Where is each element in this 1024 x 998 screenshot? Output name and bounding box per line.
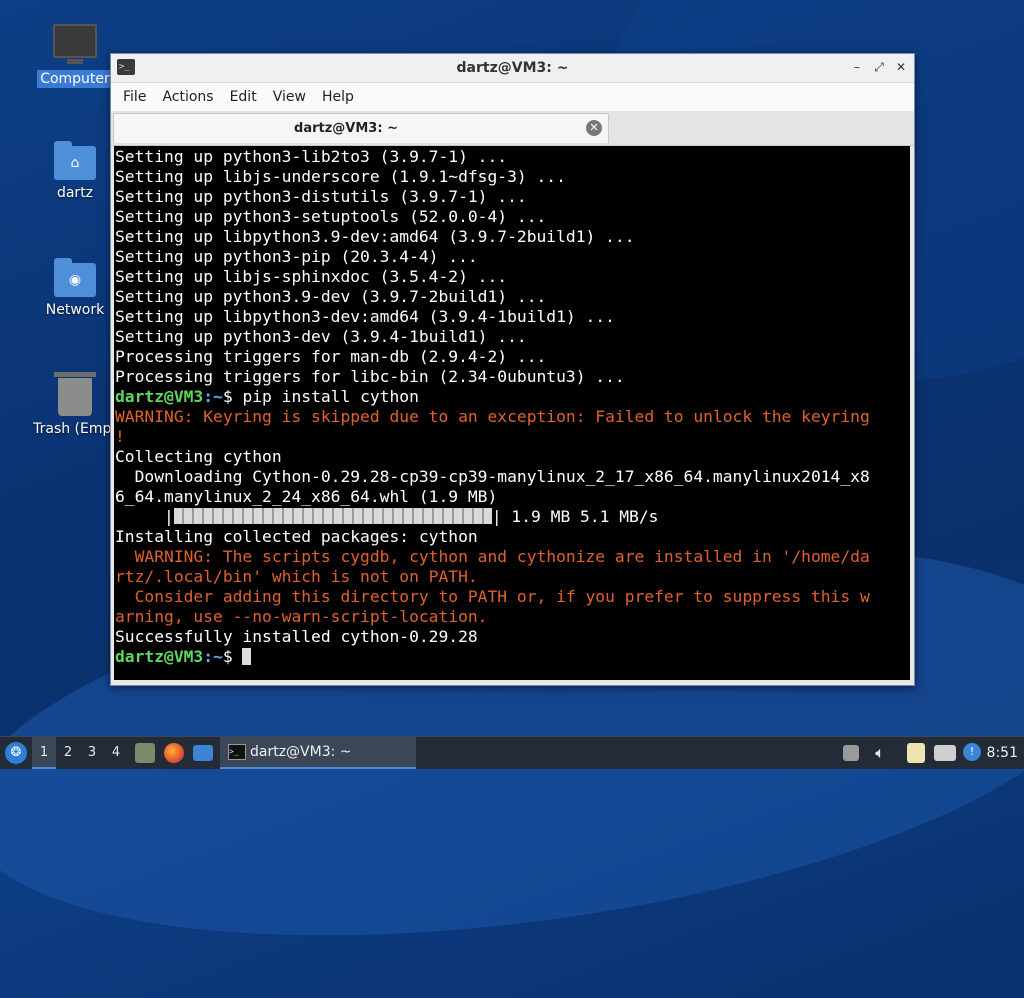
progress-line: | | 1.9 MB 5.1 MB/s: [115, 507, 910, 527]
tab-close-icon[interactable]: ✕: [586, 120, 602, 136]
warning-line: WARNING: The scripts cygdb, cython and c…: [115, 547, 870, 566]
prompt-path: :~: [203, 387, 223, 406]
window-title: dartz@VM3: ~: [456, 60, 569, 76]
menu-bar: File Actions Edit View Help: [111, 83, 914, 111]
output-line: Setting up python3-setuptools (52.0.0-4)…: [115, 207, 547, 226]
menu-actions[interactable]: Actions: [154, 89, 221, 105]
maximize-icon[interactable]: ⤢: [870, 58, 888, 76]
minimize-icon[interactable]: –: [848, 58, 866, 76]
home-folder-icon: ⌂: [54, 141, 96, 180]
tab-terminal[interactable]: dartz@VM3: ~ ✕: [113, 113, 609, 143]
warning-line: arning, use --no-warn-script-location.: [115, 607, 488, 626]
prompt-path: :~: [203, 647, 223, 666]
terminal-window[interactable]: >_ dartz@VM3: ~ – ⤢ ✕ File Actions Edit …: [110, 53, 915, 686]
updates-icon[interactable]: [843, 745, 859, 761]
output-line: Processing triggers for libc-bin (2.34-0…: [115, 367, 625, 386]
text-cursor: [242, 648, 252, 665]
desktop-icon-trash[interactable]: Trash (Empt: [30, 372, 120, 438]
output-line: Setting up libjs-sphinxdoc (3.5.4-2) ...: [115, 267, 508, 286]
network-icon[interactable]: [934, 745, 956, 761]
network-folder-icon: ◉: [54, 258, 96, 297]
desktop-icon-home[interactable]: ⌂ dartz: [30, 141, 120, 202]
prompt-user: dartz@VM3: [115, 647, 204, 666]
output-line: Setting up libpython3-dev:amd64 (3.9.4-1…: [115, 307, 615, 326]
menu-edit[interactable]: Edit: [222, 89, 265, 105]
prompt-symbol: $: [222, 387, 243, 406]
download-progress-bar: [173, 508, 492, 524]
start-menu-icon[interactable]: ❂: [5, 742, 27, 764]
trash-icon: [54, 372, 96, 416]
workspace-1[interactable]: 1: [32, 737, 56, 769]
task-button-terminal[interactable]: >_ dartz@VM3: ~: [220, 737, 416, 769]
terminal-task-icon: >_: [228, 744, 246, 760]
desktop-icon-label: Computer: [37, 70, 113, 88]
output-line: Setting up python3-lib2to3 (3.9.7-1) ...: [115, 147, 508, 166]
output-line: Downloading Cython-0.29.28-cp39-cp39-man…: [115, 467, 870, 486]
prompt-symbol: $: [222, 647, 243, 666]
prompt-line: dartz@VM3:~$: [115, 647, 910, 667]
prompt-user: dartz@VM3: [115, 387, 204, 406]
terminal-output[interactable]: Setting up python3-lib2to3 (3.9.7-1) ...…: [114, 146, 910, 680]
desktop-icon-network[interactable]: ◉ Network: [30, 258, 120, 319]
computer-icon: [53, 24, 97, 64]
warning-line: rtz/.local/bin' which is not on PATH.: [115, 567, 478, 586]
output-line: Collecting cython: [115, 447, 282, 466]
taskbar: ❂ 1 2 3 4 >_ dartz@VM3: ~ 🔈︎ ! 8:51: [0, 736, 1024, 769]
task-label: dartz@VM3: ~: [250, 744, 352, 760]
output-line: Processing triggers for man-db (2.9.4-2)…: [115, 347, 547, 366]
file-manager-icon[interactable]: [135, 743, 155, 763]
desktop-icon-label: Trash (Empt: [33, 421, 117, 437]
warning-line: !: [115, 427, 125, 446]
output-line: Setting up libjs-underscore (1.9.1~dfsg-…: [115, 167, 566, 186]
tab-label: dartz@VM3: ~: [294, 121, 398, 136]
notification-icon[interactable]: !: [963, 743, 981, 761]
clock[interactable]: 8:51: [987, 737, 1018, 769]
workspace-3[interactable]: 3: [80, 737, 104, 769]
progress-prefix: |: [115, 507, 174, 526]
terminal-lines: Setting up python3-lib2to3 (3.9.7-1) ...…: [115, 147, 910, 387]
desktop-icon-label: Network: [45, 302, 105, 318]
output-line: Successfully installed cython-0.29.28: [115, 627, 478, 646]
warning-line: Consider adding this directory to PATH o…: [115, 587, 870, 606]
command-text: pip install cython: [242, 387, 419, 406]
menu-file[interactable]: File: [115, 89, 154, 105]
output-line: 6_64.manylinux_2_24_x86_64.whl (1.9 MB): [115, 487, 498, 506]
volume-icon[interactable]: 🔈︎: [868, 737, 892, 769]
menu-view[interactable]: View: [265, 89, 314, 105]
show-desktop-icon[interactable]: [193, 745, 213, 761]
output-line: Installing collected packages: cython: [115, 527, 478, 546]
workspace-4[interactable]: 4: [104, 737, 128, 769]
workspace-2[interactable]: 2: [56, 737, 80, 769]
desktop-icon-computer[interactable]: Computer: [30, 24, 120, 88]
warning-line: WARNING: Keyring is skipped due to an ex…: [115, 407, 870, 426]
window-titlebar[interactable]: >_ dartz@VM3: ~ – ⤢ ✕: [111, 54, 914, 83]
progress-suffix: | 1.9 MB 5.1 MB/s: [491, 507, 659, 526]
firefox-icon[interactable]: [164, 743, 184, 763]
clipboard-icon[interactable]: [907, 743, 925, 763]
tab-bar: dartz@VM3: ~ ✕: [111, 111, 914, 146]
output-line: Setting up libpython3.9-dev:amd64 (3.9.7…: [115, 227, 635, 246]
output-line: Setting up python3-distutils (3.9.7-1) .…: [115, 187, 527, 206]
menu-help[interactable]: Help: [314, 89, 362, 105]
prompt-line: dartz@VM3:~$ pip install cython: [115, 387, 910, 407]
output-line: Setting up python3-dev (3.9.4-1build1) .…: [115, 327, 527, 346]
output-line: Setting up python3.9-dev (3.9.7-2build1)…: [115, 287, 547, 306]
close-icon[interactable]: ✕: [892, 58, 910, 76]
desktop-icon-label: dartz: [56, 185, 94, 201]
output-line: Setting up python3-pip (20.3.4-4) ...: [115, 247, 478, 266]
